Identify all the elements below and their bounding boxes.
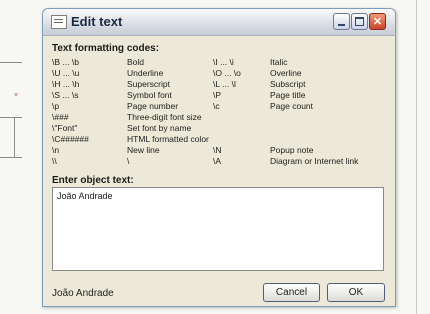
codes-panel: Text formatting codes: \B ... \b Bold \I… (52, 43, 386, 173)
ok-button[interactable]: OK (327, 283, 385, 302)
title-bar[interactable]: Edit text ✕ (43, 9, 395, 36)
code-desc: Set font by name (127, 123, 192, 133)
edit-text-dialog: Edit text ✕ Text formatting codes: \B ..… (42, 8, 396, 307)
callout-line-middle (0, 117, 22, 118)
code-key: \"Font" (52, 123, 78, 133)
code-desc: Three-digit font size (127, 112, 202, 122)
code-desc: Underline (127, 68, 164, 78)
code-row: \B ... \b Bold \I ... \i Italic (52, 57, 386, 67)
code-key: \N (213, 145, 222, 155)
code-desc: Popup note (270, 145, 314, 155)
code-key: \c (213, 101, 220, 111)
code-desc: Diagram or Internet link (270, 156, 359, 166)
close-icon: ✕ (372, 16, 383, 28)
code-key: \\ (52, 156, 57, 166)
code-key: \C###### (52, 134, 89, 144)
code-desc: Page number (127, 101, 179, 111)
callout-marker: × (14, 92, 19, 99)
code-key: \A (213, 156, 222, 166)
code-desc: Symbol font (127, 90, 172, 100)
callout-bracket (14, 117, 15, 157)
callout-line-top (0, 62, 22, 63)
code-key: \L ... \l (213, 79, 236, 89)
code-row: \p Page number \c Page count (52, 101, 386, 111)
dialog-title: Edit text (71, 14, 123, 29)
code-desc: \ (127, 156, 130, 166)
code-desc: Page count (270, 101, 314, 111)
code-key: \U ... \u (52, 68, 80, 78)
code-desc: New line (127, 145, 160, 155)
code-key: \I ... \i (213, 57, 234, 67)
code-row: \H ... \h Superscript \L ... \l Subscrip… (52, 79, 386, 89)
code-row: \\ \ \A Diagram or Internet link (52, 156, 386, 166)
code-row: \S ... \s Symbol font \P Page title (52, 90, 386, 100)
code-key: \### (52, 112, 69, 122)
callout-line-bottom (0, 157, 22, 158)
code-key: \P (213, 90, 222, 100)
close-button[interactable]: ✕ (369, 13, 386, 30)
code-key: \O ... \o (213, 68, 241, 78)
cancel-button[interactable]: Cancel (263, 283, 320, 302)
document-icon (51, 15, 67, 29)
codes-list: \B ... \b Bold \I ... \i Italic \U ... \… (52, 57, 386, 173)
code-key: \B ... \b (52, 57, 79, 67)
code-desc: Italic (270, 57, 288, 67)
code-row: \n New line \N Popup note (52, 145, 386, 155)
code-desc: Overline (270, 68, 302, 78)
code-desc: Bold (127, 57, 145, 67)
object-text-input[interactable]: João Andrade (52, 187, 384, 271)
code-row: \"Font" Set font by name (52, 123, 386, 133)
code-key: \p (52, 101, 60, 111)
code-key: \n (52, 145, 60, 155)
code-desc: Subscript (270, 79, 306, 89)
minimize-button[interactable] (333, 13, 350, 30)
code-row: \U ... \u Underline \O ... \o Overline (52, 68, 386, 78)
codes-heading: Text formatting codes: (52, 43, 160, 54)
maximize-button[interactable] (351, 13, 368, 30)
page-border-line (416, 0, 417, 314)
code-desc: Page title (270, 90, 306, 100)
code-desc: Superscript (127, 79, 170, 89)
code-row: \### Three-digit font size (52, 112, 386, 122)
code-key: \H ... \h (52, 79, 80, 89)
code-row: \C###### HTML formatted color (52, 134, 386, 144)
code-key: \S ... \s (52, 90, 79, 100)
preview-text: João Andrade (52, 288, 114, 299)
code-desc: HTML formatted color (127, 134, 209, 144)
object-text-label: Enter object text: (52, 175, 134, 186)
